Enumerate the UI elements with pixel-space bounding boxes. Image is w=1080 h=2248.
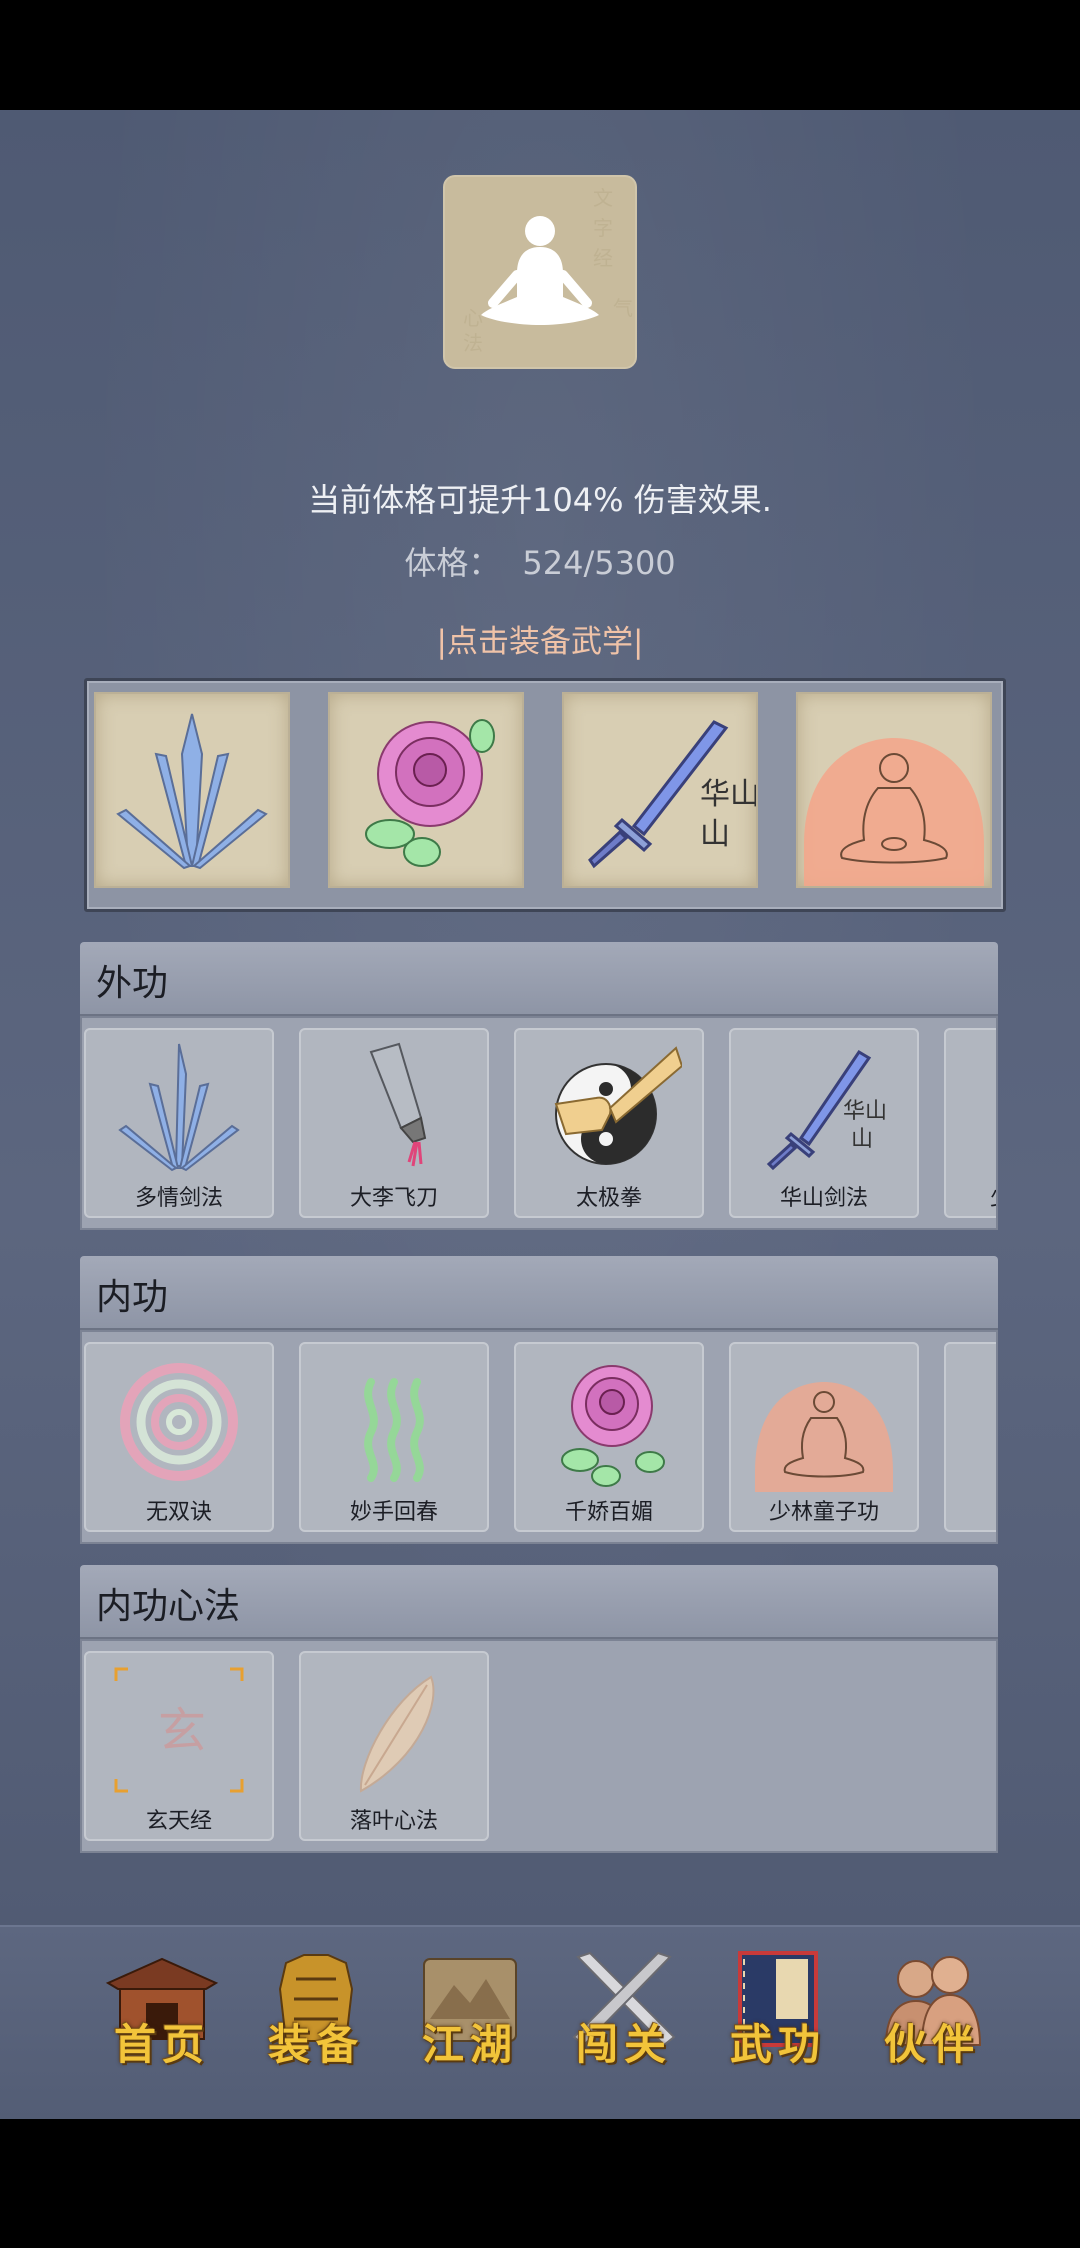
svg-text:气: 气	[613, 296, 633, 320]
nav-label: 伙伴	[883, 2020, 980, 2069]
section-title: 内功	[96, 1277, 169, 1318]
skill-card-partial[interactable]: 少	[944, 1028, 998, 1218]
skill-card-partial[interactable]	[944, 1342, 996, 1532]
svg-text:法: 法	[463, 331, 483, 355]
svg-text:山: 山	[851, 1127, 873, 1152]
xuan-scroll-icon: 玄	[114, 1667, 244, 1793]
huashan-sword-icon: 华山 山	[588, 720, 760, 869]
green-waves-icon	[364, 1378, 424, 1482]
meditating-monk-icon	[804, 738, 984, 886]
svg-text:经: 经	[593, 246, 613, 270]
skill-label: 千娇百媚	[564, 1500, 653, 1525]
skill-card-miaoshou[interactable]: 妙手回春	[299, 1342, 489, 1532]
nav-label: 首页	[113, 2020, 210, 2069]
section-xinfa-list[interactable]: 玄 玄天经 落叶心法	[80, 1639, 998, 1853]
svg-text:玄: 玄	[158, 1703, 206, 1759]
nav-label: 江湖	[421, 2020, 518, 2069]
section-waigong-header: 外功	[80, 942, 998, 1016]
nav-home[interactable]: 首页	[92, 1949, 232, 2099]
nav-jianghu[interactable]: 江湖	[400, 1949, 540, 2099]
partial-card-icon	[966, 1038, 998, 1178]
skill-label: 玄天经	[145, 1809, 212, 1834]
skill-label: 大李飞刀	[349, 1186, 438, 1211]
section-waigong-list[interactable]: 多情剑法 大李飞刀 太极拳 华山 山 华山剑法	[80, 1016, 998, 1230]
nav-equipment[interactable]: 装备	[246, 1949, 386, 2099]
meditation-silhouette-icon: 文字经 心法 气	[463, 186, 633, 355]
skill-card-dali-feidao[interactable]: 大李飞刀	[299, 1028, 489, 1218]
skill-card-duoqing[interactable]: 多情剑法	[84, 1028, 274, 1218]
equipped-slot-3[interactable]: 华山 山	[564, 694, 760, 886]
skill-label: 少	[990, 1180, 996, 1212]
equipped-slot-4[interactable]	[798, 694, 990, 886]
section-neigong-list[interactable]: 无双诀 妙手回春 千娇百媚 少林童子功	[80, 1330, 998, 1544]
skill-label: 华山剑法	[779, 1186, 868, 1211]
skill-card-qianjiao[interactable]: 千娇百媚	[514, 1342, 704, 1532]
section-xinfa-header: 内功心法	[80, 1565, 998, 1639]
meditating-monk-icon	[755, 1382, 893, 1492]
leaf-icon	[359, 1675, 435, 1793]
blue-crystal-sword-icon	[118, 1043, 240, 1172]
spiral-icon	[120, 1363, 238, 1481]
constitution-stat: 体格： 524/5300	[0, 538, 1080, 584]
section-title: 内功心法	[96, 1586, 241, 1627]
section-neigong-header: 内功	[80, 1256, 998, 1330]
skill-label: 少林童子功	[768, 1500, 879, 1525]
skill-card-wushuang[interactable]: 无双诀	[84, 1342, 274, 1532]
skill-card-huashan[interactable]: 华山 山 华山剑法	[729, 1028, 919, 1218]
constitution-value: 524/5300	[522, 544, 676, 582]
skill-card-shaolin[interactable]: 少林童子功	[729, 1342, 919, 1532]
damage-bonus-text: 当前体格可提升104% 伤害效果.	[308, 481, 772, 519]
equip-skills-link[interactable]: |点击装备武学|	[0, 616, 1080, 661]
nav-companions[interactable]: 伙伴	[862, 1949, 1002, 2099]
bottom-nav: 首页 装备 江湖 闯关 武功 伙伴	[0, 1925, 1080, 2119]
svg-text:华山: 华山	[843, 1099, 887, 1124]
equipped-slot-1[interactable]	[96, 694, 288, 886]
skill-label: 无双诀	[145, 1500, 212, 1525]
nav-challenge[interactable]: 闯关	[554, 1949, 694, 2099]
equipped-skills-bar: 华山 山	[84, 678, 1006, 912]
nav-label: 装备	[267, 2020, 364, 2069]
nav-label: 闯关	[575, 2020, 672, 2069]
huashan-sword-icon: 华山 山	[766, 1049, 887, 1171]
constitution-label: 体格：	[404, 544, 501, 582]
equipped-slot-2[interactable]	[330, 694, 522, 886]
svg-text:心: 心	[463, 306, 483, 330]
blue-crystal-sword-icon	[116, 713, 268, 870]
taiji-fist-icon	[554, 1046, 682, 1165]
skill-card-luoye[interactable]: 落叶心法	[299, 1651, 489, 1841]
skill-label: 妙手回春	[349, 1500, 438, 1525]
section-title: 外功	[96, 963, 169, 1004]
svg-text:文: 文	[593, 186, 613, 210]
meditating-avatar[interactable]: 文字经 心法 气	[443, 175, 637, 369]
nav-martial-arts[interactable]: 武功	[708, 1949, 848, 2099]
svg-text:华山: 华山	[700, 777, 756, 812]
nav-label: 武功	[729, 2020, 826, 2069]
svg-text:字: 字	[593, 216, 613, 240]
pink-rose-icon	[561, 1365, 665, 1487]
skill-card-taiji[interactable]: 太极拳	[514, 1028, 704, 1218]
skill-label: 落叶心法	[349, 1809, 438, 1834]
svg-text:山: 山	[700, 817, 730, 852]
cleaver-knife-icon	[369, 1042, 427, 1167]
skills-screen: 文字经 心法 气 当前体格可提升104% 伤害效果. 体格： 524/5300 |点…	[0, 110, 1080, 2119]
skill-label: 多情剑法	[134, 1186, 223, 1211]
skill-card-xuantian[interactable]: 玄 玄天经	[84, 1651, 274, 1841]
pink-rose-icon	[365, 719, 495, 867]
skill-label: 太极拳	[575, 1186, 642, 1211]
